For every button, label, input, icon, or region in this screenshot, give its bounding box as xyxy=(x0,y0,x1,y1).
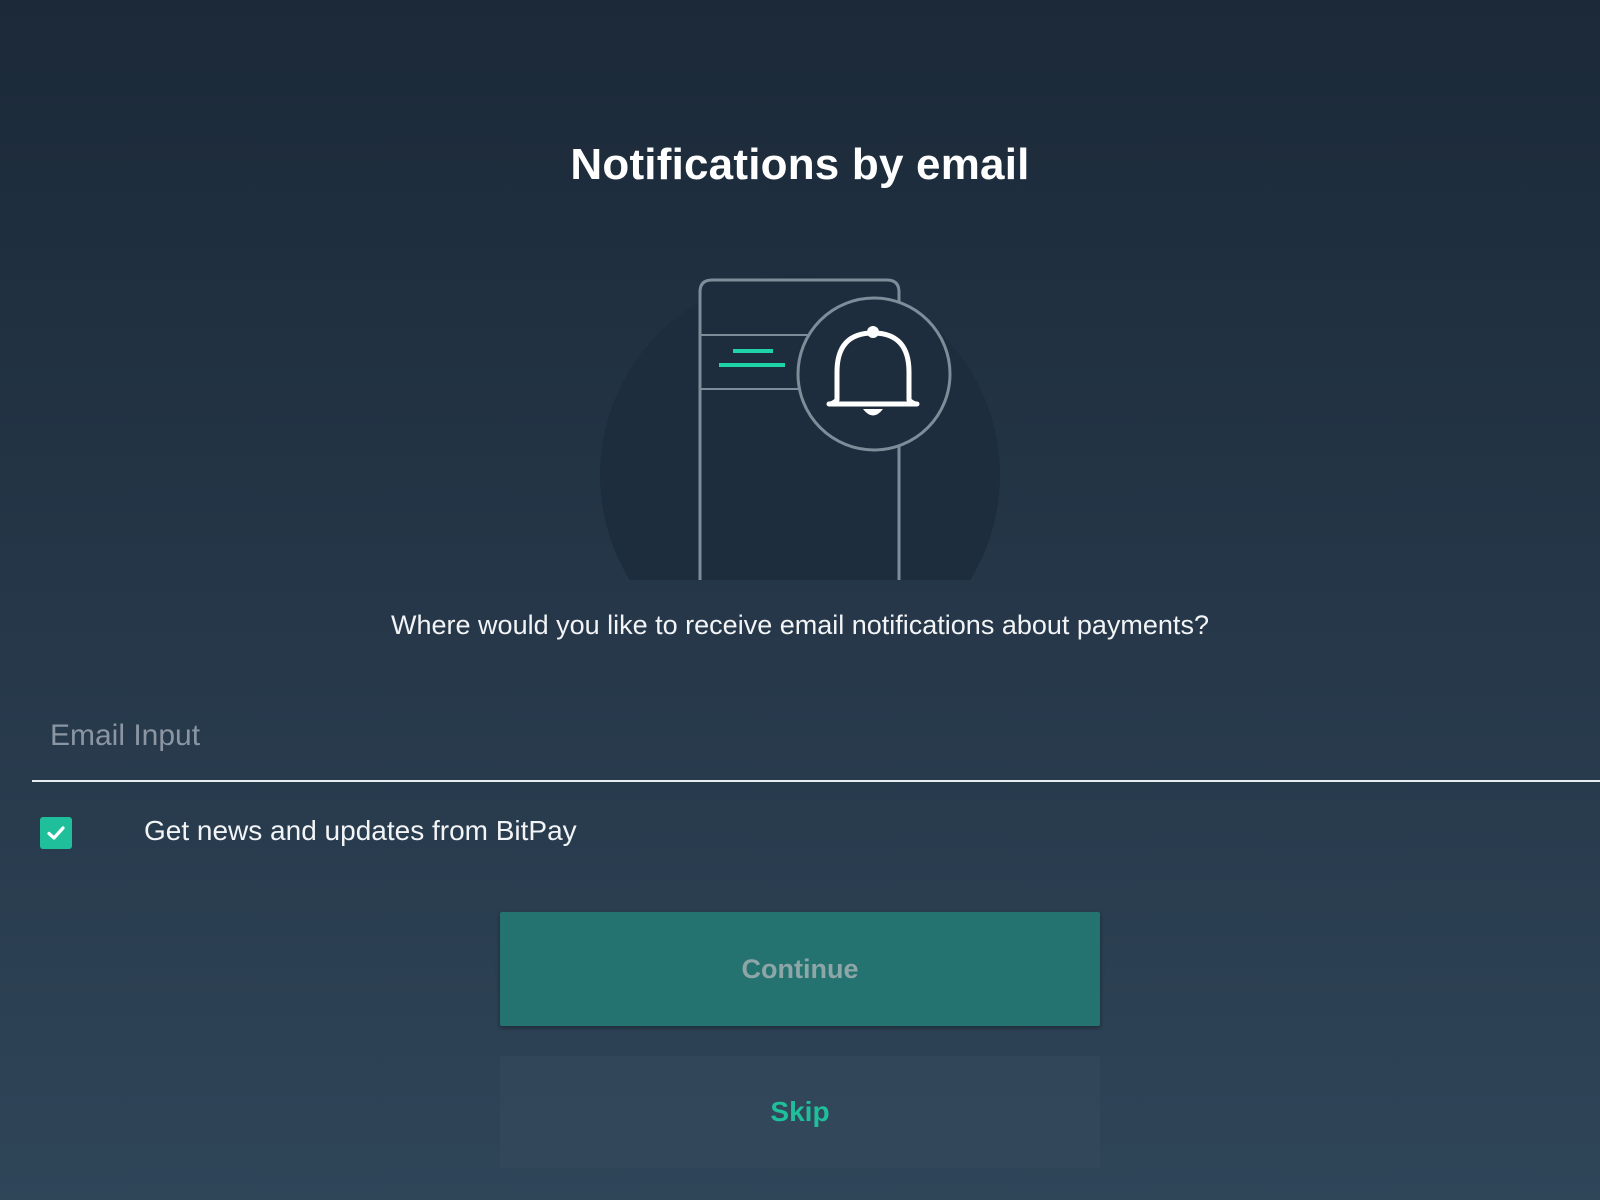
phone-bell-illustration xyxy=(600,275,1000,580)
continue-button[interactable]: Continue xyxy=(500,912,1100,1026)
bell-icon xyxy=(796,296,952,452)
email-input[interactable] xyxy=(48,710,1552,762)
prompt-text: Where would you like to receive email no… xyxy=(391,610,1209,640)
news-opt-in-label: Get news and updates from BitPay xyxy=(144,815,577,846)
page-title: Notifications by email xyxy=(570,140,1030,189)
notification-illustration xyxy=(580,270,1020,580)
news-opt-in-checkbox[interactable] xyxy=(40,817,72,849)
email-field[interactable] xyxy=(32,690,1600,782)
skip-button[interactable]: Skip xyxy=(500,1056,1100,1168)
checkmark-icon xyxy=(47,826,65,840)
